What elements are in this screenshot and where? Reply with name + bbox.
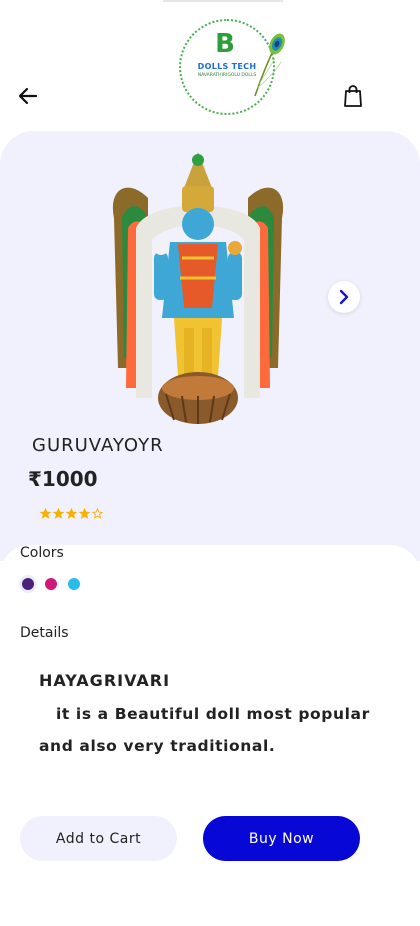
star-filled-icon — [40, 508, 51, 519]
colors-label: Colors — [20, 545, 64, 561]
rating-stars — [40, 508, 103, 520]
color-swatch[interactable] — [68, 578, 80, 590]
buy-now-button[interactable]: Buy Now — [203, 816, 360, 861]
next-image-button[interactable] — [328, 281, 360, 313]
star-filled-icon — [53, 508, 64, 519]
star-empty-icon — [92, 508, 103, 519]
add-to-cart-button[interactable]: Add to Cart — [20, 816, 177, 861]
arrow-left-icon — [18, 87, 38, 105]
star-filled-icon — [66, 508, 77, 519]
shopping-bag-icon — [344, 85, 362, 107]
product-name: GURUVAYOYR — [32, 435, 164, 456]
chevron-right-icon — [339, 289, 349, 305]
description-body: it is a Beautiful doll most popular and … — [39, 705, 370, 755]
cart-button[interactable] — [341, 83, 365, 109]
color-swatch[interactable] — [22, 578, 34, 590]
back-button[interactable] — [16, 84, 40, 108]
details-label: Details — [20, 625, 69, 641]
guruvayur-doll-image — [112, 152, 284, 424]
star-filled-icon — [79, 508, 90, 519]
brand-logo: B DOLLS TECH NAVARATHIRIGOLU DOLLS — [163, 0, 291, 115]
logo-letter-mark: B — [215, 29, 235, 59]
logo-divider — [163, 0, 283, 2]
color-swatch[interactable] — [45, 578, 57, 590]
product-price: ₹1000 — [28, 467, 98, 491]
peacock-feather-icon — [254, 33, 285, 97]
description-title: HAYAGRIVARI — [39, 671, 171, 690]
